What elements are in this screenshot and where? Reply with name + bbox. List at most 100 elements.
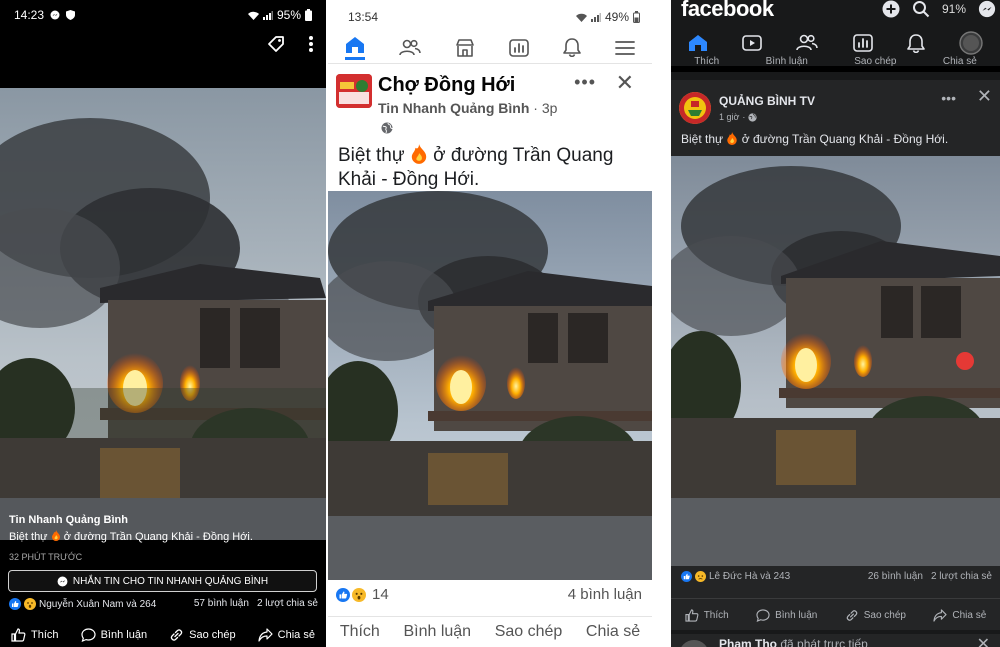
like-reaction-icon — [681, 571, 692, 582]
comment-button[interactable]: Bình luận — [80, 624, 148, 646]
reaction-names[interactable]: Lê Đức Hà và 243 — [709, 571, 790, 582]
post-meta: 1 giờ · — [719, 112, 758, 122]
globe-icon — [381, 122, 393, 134]
comment-count[interactable]: 4 bình luận — [568, 586, 642, 603]
next-post-preview: Pham Tho đã phát trực tiếp ✕ — [671, 634, 1000, 647]
like-button[interactable]: Thích — [11, 624, 59, 646]
more-options-button[interactable]: ••• — [941, 90, 956, 106]
more-options-button[interactable]: ••• — [574, 72, 596, 93]
share-button[interactable]: Chia sẻ — [258, 624, 315, 646]
prev-copy-button[interactable]: Sao chép — [854, 56, 896, 66]
comment-label: Bình luận — [775, 609, 818, 621]
close-icon[interactable]: ✕ — [977, 634, 990, 647]
post-action-bar: Thích Bình luận Sao chép Chia sẻ — [0, 624, 326, 646]
close-button[interactable]: ✕ — [616, 70, 634, 96]
dashboard-icon[interactable] — [852, 34, 873, 52]
fire-emoji-icon — [51, 530, 61, 543]
wow-reaction-icon — [352, 587, 366, 602]
message-button-label: NHẮN TIN CHO TIN NHANH QUẢNG BÌNH — [72, 575, 269, 587]
bell-icon[interactable] — [563, 38, 581, 57]
signal-icon — [590, 12, 601, 22]
feed-post-card: QUẢNG BÌNH TV 1 giờ · ••• ✕ Biệt thự ở đ… — [671, 80, 1000, 630]
more-vertical-icon[interactable] — [308, 35, 314, 53]
share-count[interactable]: 2 lượt chia sẻ — [257, 598, 318, 610]
like-reaction-icon — [336, 587, 350, 602]
share-count[interactable]: 2 lượt chia sẻ — [931, 571, 992, 582]
prev-like-button[interactable]: Thích — [694, 56, 719, 66]
comment-count[interactable]: 57 bình luận — [194, 598, 249, 610]
comment-button[interactable]: Bình luận — [756, 604, 817, 626]
close-button[interactable]: ✕ — [977, 86, 992, 107]
reaction-summary: Nguyễn Xuân Nam và 264 57 bình luận 2 lư… — [9, 598, 318, 610]
share-label: Chia sẻ — [277, 629, 315, 641]
prev-comment-button[interactable]: Bình luận — [766, 56, 808, 66]
message-page-button[interactable]: NHẮN TIN CHO TIN NHANH QUẢNG BÌNH — [8, 570, 317, 592]
next-post-avatar[interactable] — [679, 640, 709, 647]
fire-scene-image — [328, 191, 652, 580]
previous-post-actions: Thích Bình luận Sao chép Chia sẻ — [671, 56, 1000, 72]
home-icon[interactable] — [688, 34, 708, 52]
next-post-name[interactable]: Pham Tho — [719, 637, 777, 647]
profile-icon[interactable] — [959, 31, 983, 55]
friends-icon[interactable] — [399, 39, 421, 57]
facebook-logo: facebook — [681, 0, 774, 21]
prev-share-button[interactable]: Chia sẻ — [943, 56, 977, 66]
tag-icon[interactable] — [266, 34, 286, 54]
copy-label: Sao chép — [863, 609, 906, 621]
post-photo[interactable] — [671, 156, 1000, 566]
fire-scene-image — [671, 156, 1000, 566]
post-author-line: Tin Nhanh Quảng Bình · 3p — [378, 100, 557, 116]
comment-button[interactable]: Bình luận — [403, 623, 471, 641]
comment-label: Bình luận — [100, 629, 148, 641]
post-text: Biệt thự ở đường Trần Quang Khải - Đồng … — [338, 144, 642, 192]
plus-icon[interactable] — [882, 0, 900, 18]
sad-reaction-icon — [695, 571, 706, 582]
battery-text: 49% — [604, 10, 629, 24]
home-icon[interactable] — [345, 36, 365, 60]
group-avatar[interactable] — [336, 74, 372, 108]
author-name[interactable]: Tin Nhanh Quảng Bình — [378, 100, 529, 116]
page-avatar[interactable] — [679, 92, 711, 124]
reaction-summary: 14 4 bình luận — [336, 586, 642, 603]
reaction-count[interactable]: 14 — [372, 586, 389, 603]
friends-icon[interactable] — [796, 34, 819, 52]
post-photo[interactable] — [0, 88, 326, 540]
battery-icon — [633, 11, 640, 23]
share-button[interactable]: Chia sẻ — [933, 604, 986, 626]
battery-text: 91% — [941, 2, 966, 16]
like-button[interactable]: Thích — [685, 604, 729, 626]
reaction-names[interactable]: Nguyễn Xuân Nam và 264 — [39, 599, 156, 610]
search-icon[interactable] — [912, 0, 930, 18]
group-name[interactable]: Chợ Đồng Hới — [378, 74, 515, 97]
fire-emoji-icon — [726, 132, 738, 146]
copy-button[interactable]: Sao chép — [495, 623, 563, 641]
copy-label: Sao chép — [189, 629, 236, 641]
top-bar-actions: 91% — [882, 0, 996, 18]
post-text: Biệt thự ở đường Trần Quang Khải - Đồng … — [681, 132, 992, 146]
messenger-icon — [57, 576, 68, 587]
post-time: 1 giờ — [719, 112, 740, 122]
status-time: 13:54 — [348, 10, 379, 24]
bell-icon[interactable] — [906, 33, 925, 53]
like-reaction-icon — [9, 598, 21, 610]
messenger-icon[interactable] — [978, 0, 996, 18]
like-button[interactable]: Thích — [340, 623, 380, 641]
post-action-bar: Thích Bình luận Sao chép Chia sẻ — [328, 616, 652, 647]
thumbs-up-icon — [685, 608, 699, 622]
post-text-part-2: ở đường Trần Quang Khải - Đồng Hới. — [741, 132, 949, 146]
dashboard-icon[interactable] — [509, 38, 529, 57]
video-icon[interactable] — [742, 34, 763, 52]
post-photo[interactable] — [328, 191, 652, 580]
copy-button[interactable]: Sao chép — [845, 604, 906, 626]
page-name[interactable]: QUẢNG BÌNH TV — [719, 94, 815, 108]
menu-icon[interactable] — [615, 40, 635, 56]
page-name[interactable]: Tin Nhanh Quảng Bình — [9, 514, 318, 526]
comment-count[interactable]: 26 bình luận — [868, 571, 923, 582]
fire-scene-image — [0, 88, 326, 540]
marketplace-icon[interactable] — [455, 38, 475, 57]
copy-button[interactable]: Sao chép — [169, 624, 236, 646]
composite-screenshot: 14:23 95% Tin Nhanh Quảng Bình Biệt thự … — [0, 0, 1000, 647]
battery-text: 95% — [276, 8, 301, 22]
share-button[interactable]: Chia sẻ — [586, 623, 640, 641]
battery-icon — [305, 9, 312, 21]
